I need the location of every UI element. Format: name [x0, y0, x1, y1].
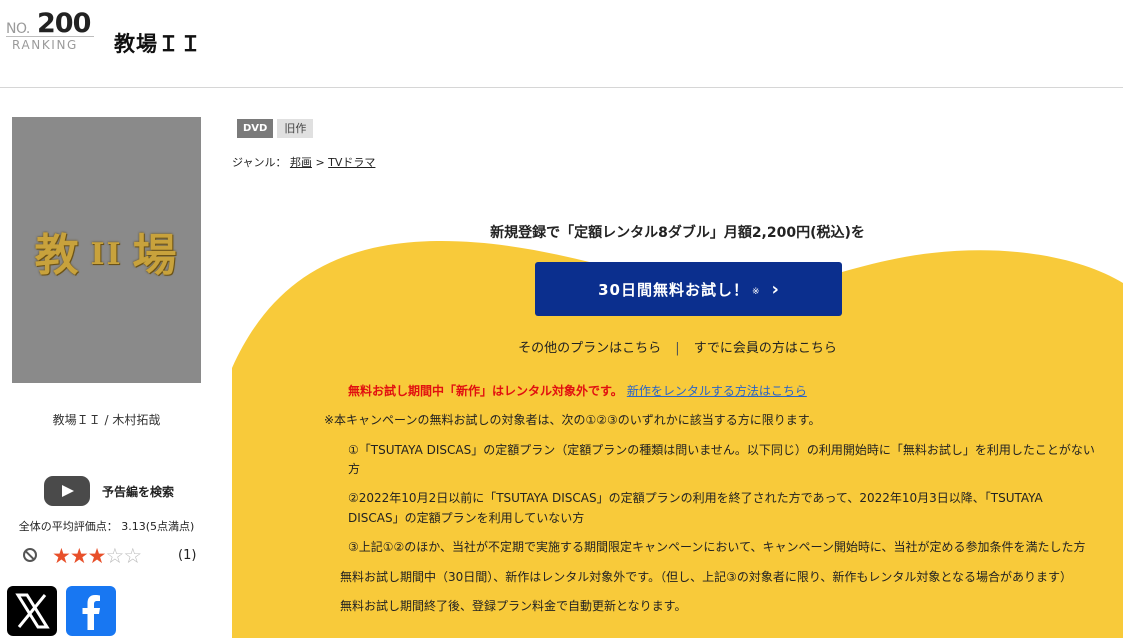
page-header: NO. 200 RANKING 教場ＩＩ [0, 0, 1123, 88]
trailer-search-button[interactable]: 予告編を検索 [44, 476, 174, 506]
rating-row: ★★★☆☆ (1) [20, 544, 200, 568]
campaign-condition-2: ②2022年10月2日以前に「TSUTAYA DISCAS」の定額プランの利用を… [348, 491, 1043, 505]
campaign-condition-3: ③上記①②のほか、当社が不定期で実施する期間限定キャンペーンにおいて、キャンペー… [348, 540, 1086, 554]
facebook-share-button[interactable] [66, 586, 116, 636]
campaign-headline: 新規登録で「定額レンタル8ダブル」月額2,200円(税込)を [490, 225, 865, 241]
free-trial-label: 30日間無料お試し！ [598, 280, 749, 299]
poster-title-roman: II [90, 237, 123, 272]
rank-prefix: NO. [6, 21, 30, 37]
dvd-badge: DVD [237, 119, 274, 138]
campaign-renewal-note: 無料お試し期間終了後、登録プラン料金で自動更新となります。 [340, 599, 687, 613]
x-share-button[interactable] [7, 586, 57, 636]
rank-number: 200 [37, 8, 91, 39]
star-empty-icon[interactable]: ☆ [123, 544, 142, 568]
poster-title-right: 場 [132, 230, 179, 281]
review-count[interactable]: (1) [178, 548, 196, 563]
genre-label: ジャンル： [232, 156, 287, 169]
ranking-badge: NO. 200 RANKING [4, 8, 94, 54]
plan-links: その他のプランはこちら | すでに会員の方はこちら [232, 337, 1123, 356]
member-login-link[interactable]: すでに会員の方はこちら [694, 341, 837, 356]
page-title: 教場ＩＩ [114, 32, 202, 56]
plan-links-separator: | [675, 341, 680, 356]
genre-separator: > [315, 156, 325, 169]
free-trial-button[interactable]: 30日間無料お試し！ ※ › [535, 262, 842, 316]
campaign-condition-2-cont: DISCAS」の定額プランを利用していない方 [348, 511, 585, 525]
campaign-eligibility-intro: ※本キャンペーンの無料お試しの対象者は、次の①②③のいずれかに該当する方に限りま… [324, 413, 821, 427]
star-empty-icon[interactable]: ☆ [105, 544, 124, 568]
free-trial-note-mark: ※ [751, 287, 760, 297]
other-plans-link[interactable]: その他のプランはこちら [518, 341, 661, 356]
star-filled-icon[interactable]: ★ [52, 544, 71, 568]
poster-title: 教 II 場 [12, 219, 201, 283]
work-caption: 教場ＩＩ / 木村拓哉 [52, 413, 161, 427]
new-release-notice: 無料お試し期間中「新作」はレンタル対象外です。 新作をレンタルする方法はこちら [348, 382, 807, 399]
star-rating[interactable]: ★★★☆☆ [52, 544, 142, 568]
facebook-logo-icon [82, 595, 100, 630]
campaign-trial-note: 無料お試し期間中（30日間）、新作はレンタル対象外です。（但し、上記③の対象者に… [340, 570, 1072, 584]
genre-breadcrumb: ジャンル： 邦画 > TVドラマ [232, 154, 375, 170]
star-filled-icon[interactable]: ★ [88, 544, 107, 568]
campaign-condition-1: ①「TSUTAYA DISCAS」の定額プラン（定額プランの種類は問いません。以… [348, 443, 1095, 457]
ban-icon[interactable] [23, 548, 37, 562]
rank-label: RANKING [12, 38, 78, 52]
average-rating: 全体の平均評価点： 3.13(5点満点) [18, 520, 195, 533]
x-logo-icon [15, 593, 50, 629]
campaign-condition-1-cont: 方 [348, 462, 361, 476]
new-release-warning: 無料お試し期間中「新作」はレンタル対象外です。 [348, 384, 623, 398]
genre-link-tv-drama[interactable]: TVドラマ [328, 156, 375, 169]
poster-title-left: 教 [34, 230, 81, 281]
poster-image[interactable]: 教 II 場 [12, 117, 201, 383]
new-release-rental-link[interactable]: 新作をレンタルする方法はこちら [627, 384, 807, 398]
genre-link-japanese-film[interactable]: 邦画 [290, 156, 312, 169]
old-release-badge: 旧作 [277, 119, 314, 138]
chevron-right-icon: › [771, 278, 779, 300]
youtube-play-icon[interactable] [44, 476, 90, 506]
trailer-search-label: 予告編を検索 [102, 484, 175, 499]
star-filled-icon[interactable]: ★ [70, 544, 89, 568]
format-badges: DVD 旧作 [237, 119, 314, 138]
